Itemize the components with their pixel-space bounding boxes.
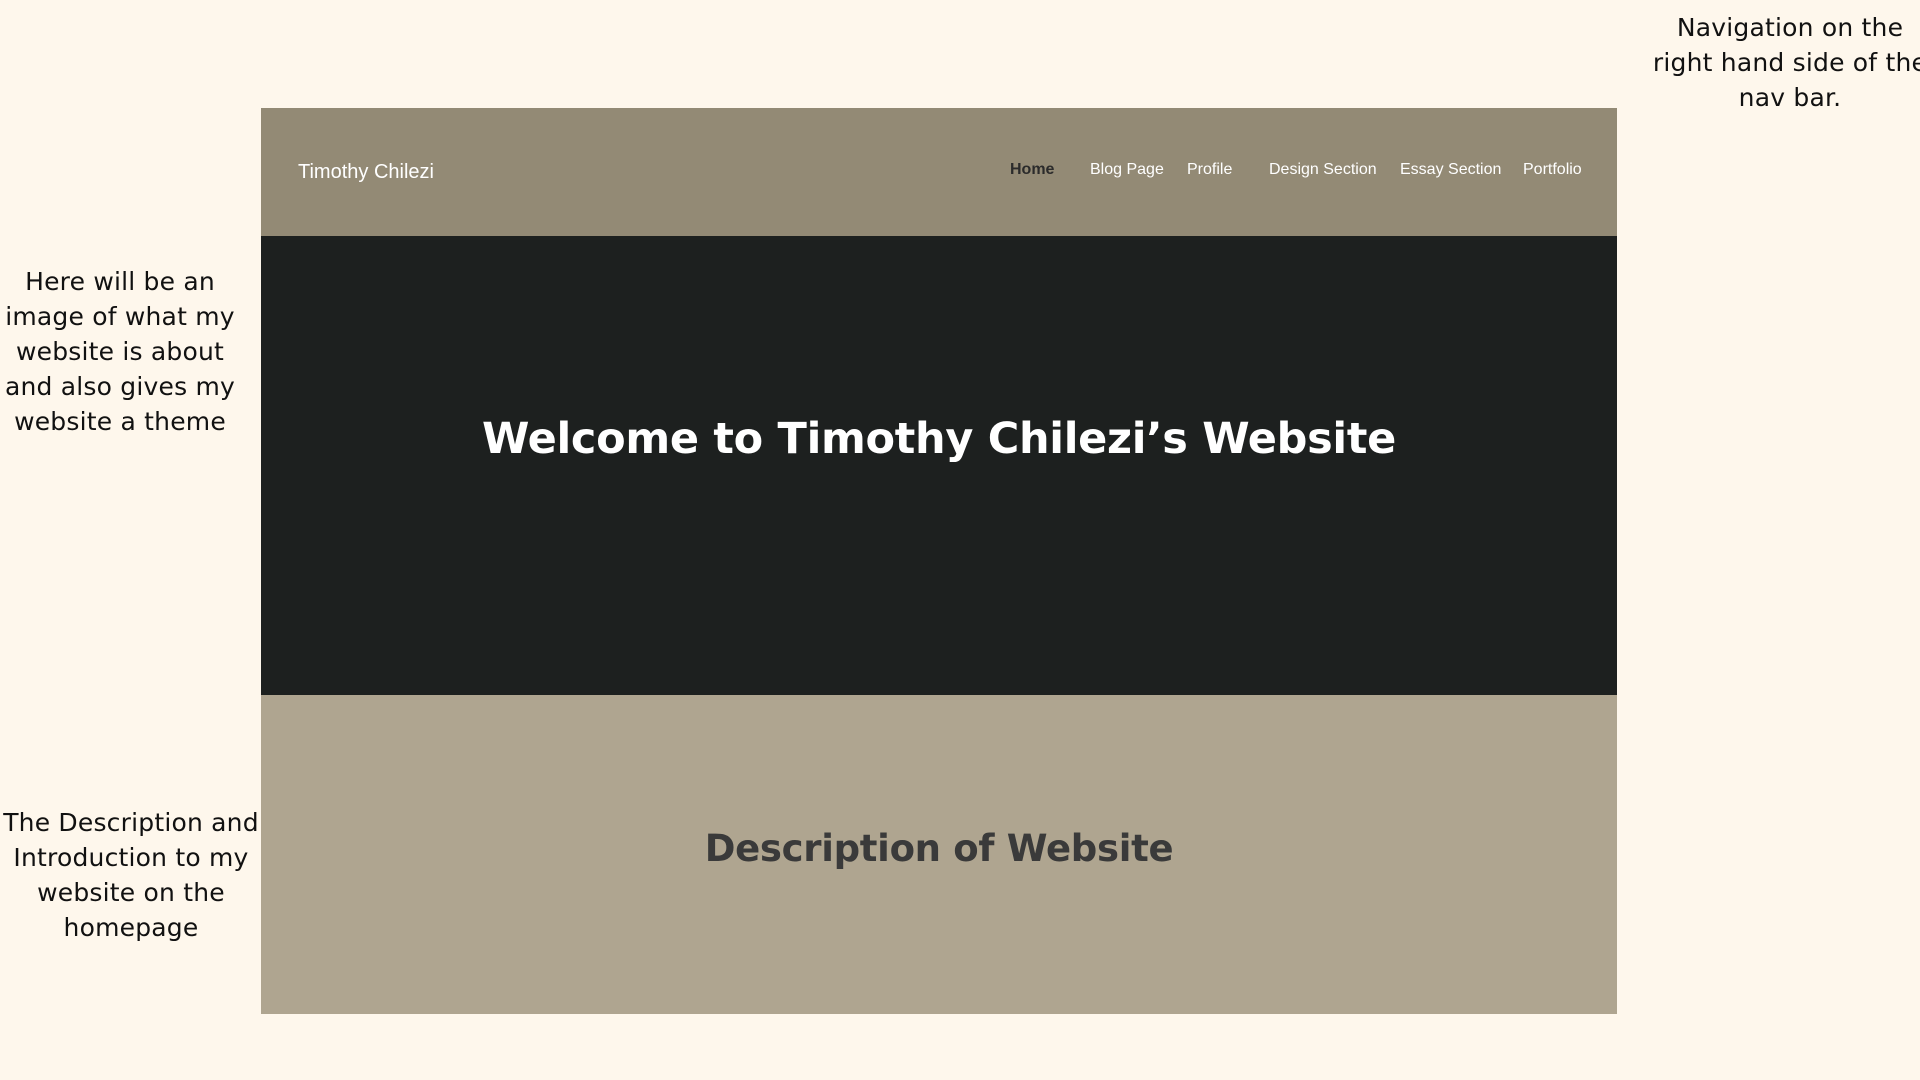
description-section: Description of Website: [261, 695, 1617, 1014]
nav-menu: Home Blog Page Profile Design Section Es…: [261, 161, 1617, 185]
hero-section: Welcome to Timothy Chilezi’s Website: [261, 236, 1617, 695]
nav-bar: Timothy Chilezi Home Blog Page Profile D…: [261, 108, 1617, 236]
description-annotation: The Description and Introduction to my w…: [3, 808, 259, 942]
website-wireframe: Timothy Chilezi Home Blog Page Profile D…: [261, 108, 1617, 1014]
nav-item-profile[interactable]: Profile: [1187, 161, 1232, 179]
nav-item-home[interactable]: Home: [1010, 161, 1054, 179]
nav-item-design-section[interactable]: Design Section: [1269, 161, 1377, 179]
hero-title: Welcome to Timothy Chilezi’s Website: [482, 414, 1396, 464]
nav-item-portfolio[interactable]: Portfolio: [1523, 161, 1582, 179]
hero-image-annotation: Here will be an image of what my website…: [4, 267, 236, 436]
nav-item-blog-page[interactable]: Blog Page: [1090, 161, 1164, 179]
nav-item-essay-section[interactable]: Essay Section: [1400, 161, 1501, 179]
description-title: Description of Website: [704, 827, 1174, 870]
navigation-annotation: Navigation on the right hand side of the…: [1652, 13, 1920, 112]
